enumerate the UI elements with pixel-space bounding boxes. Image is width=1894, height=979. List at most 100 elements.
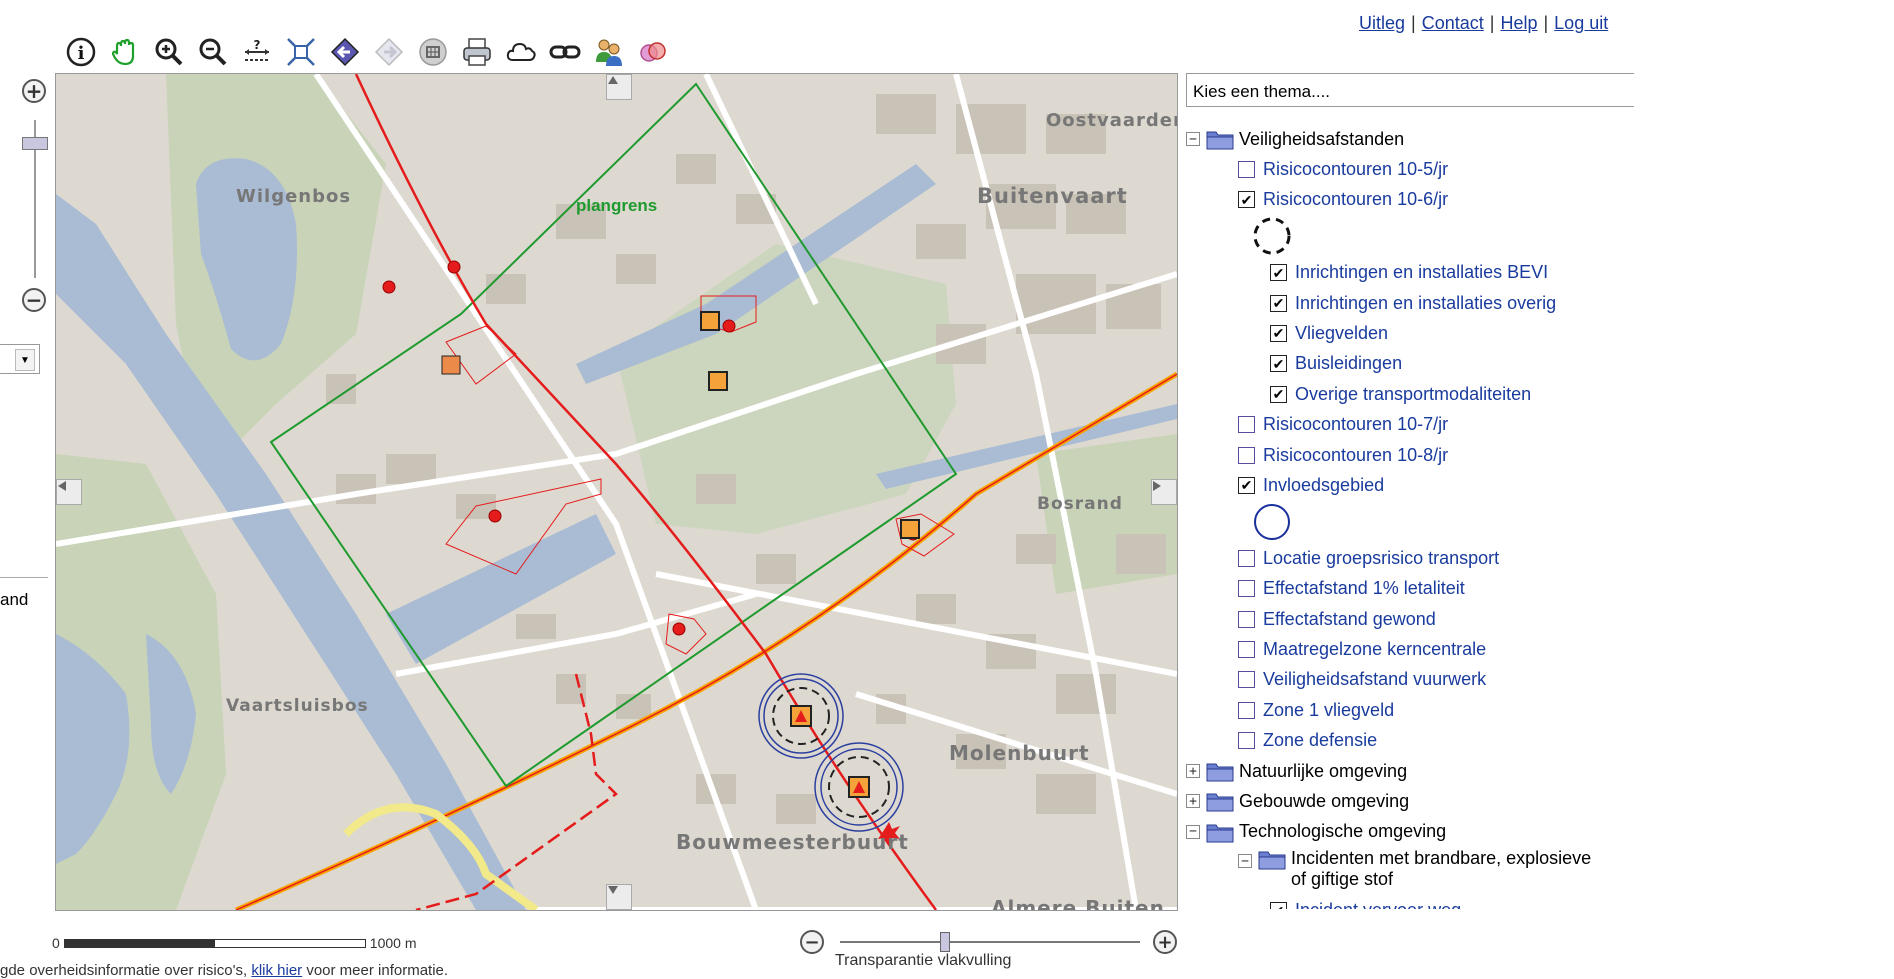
layer-checkbox[interactable]: ✔ <box>1270 355 1287 373</box>
layer-label[interactable]: Risicocontouren 10-6/jr <box>1263 189 1448 210</box>
layer-checkbox[interactable]: ✔ <box>1270 902 1287 909</box>
layer-label[interactable]: Incident vervoer weg <box>1295 900 1461 909</box>
pan-left-button[interactable] <box>56 479 82 505</box>
theme-select[interactable]: Kies een thema.... <box>1186 73 1634 107</box>
layer-checkbox[interactable]: ✔ <box>1238 191 1255 209</box>
pan-up-button[interactable] <box>606 74 632 100</box>
layer-checkbox[interactable] <box>1238 160 1255 178</box>
help-link[interactable]: Help <box>1500 13 1537 33</box>
transparency-plus-button[interactable]: + <box>1153 930 1177 954</box>
layer-label[interactable]: Vliegvelden <box>1295 323 1388 344</box>
dropdown-arrow-icon[interactable]: ▼ <box>15 349 35 371</box>
arrow-left-icon <box>58 481 66 491</box>
theme-layer-item: Locatie groepsrisico transport <box>1238 544 1499 572</box>
layer-label[interactable]: Effectafstand gewond <box>1263 609 1436 630</box>
layer-label[interactable]: Risicocontouren 10-8/jr <box>1263 445 1448 466</box>
print-icon[interactable] <box>458 33 496 71</box>
layer-checkbox[interactable] <box>1238 416 1255 434</box>
layer-label[interactable]: Invloedsgebied <box>1263 475 1384 496</box>
layer-checkbox[interactable] <box>1238 701 1255 719</box>
expander-icon[interactable]: + <box>1186 794 1200 809</box>
subgroup-label: Incidenten met brandbare, explosieve <box>1291 848 1592 869</box>
forward-icon[interactable] <box>370 33 408 71</box>
zoom-out-button[interactable]: − <box>22 288 46 312</box>
layer-checkbox[interactable] <box>1238 549 1255 567</box>
layer-checkbox[interactable] <box>1238 671 1255 689</box>
folder-icon <box>1258 851 1286 870</box>
layer-label[interactable]: Maatregelzone kerncentrale <box>1263 639 1486 660</box>
layer-checkbox[interactable]: ✔ <box>1270 294 1287 312</box>
arrow-down-icon <box>608 886 618 894</box>
layer-label[interactable]: Risicocontouren 10-7/jr <box>1263 414 1448 435</box>
layer-checkbox[interactable] <box>1238 732 1255 750</box>
disclaimer-text: gde overheidsinformatie over risico's, <box>0 962 252 979</box>
zoom-out-icon[interactable] <box>194 33 232 71</box>
theme-layer-item: ✔ Overige transportmodaliteiten <box>1270 380 1531 408</box>
zoom-in-icon[interactable] <box>150 33 188 71</box>
pan-down-button[interactable] <box>606 884 632 910</box>
map-canvas[interactable]: Oostvaarders Wilgenbos Buitenvaart plang… <box>55 73 1178 911</box>
folder-icon <box>1206 824 1234 843</box>
layer-checkbox[interactable] <box>1238 640 1255 658</box>
layer-checkbox[interactable] <box>1238 610 1255 628</box>
overlap-icon[interactable] <box>634 33 672 71</box>
pan-right-button[interactable] <box>1151 479 1177 505</box>
theme-layer-item: ✔ Invloedsgebied <box>1238 471 1384 499</box>
full-extent-icon[interactable] <box>282 33 320 71</box>
layer-label[interactable]: Zone defensie <box>1263 730 1377 751</box>
layer-label[interactable]: Risicocontouren 10-5/jr <box>1263 159 1448 180</box>
zoom-slider-handle[interactable] <box>22 137 48 150</box>
green-area <box>616 244 956 534</box>
layer-label[interactable]: Buisleidingen <box>1295 353 1402 374</box>
map-label-plangrens: plangrens <box>576 196 658 215</box>
info-icon[interactable]: i <box>62 33 100 71</box>
logout-link[interactable]: Log uit <box>1554 13 1608 33</box>
transparency-handle[interactable] <box>940 932 950 952</box>
left-dropdown[interactable]: ▼ <box>0 344 40 374</box>
layer-checkbox[interactable] <box>1238 446 1255 464</box>
layer-label[interactable]: Zone 1 vliegveld <box>1263 700 1394 721</box>
theme-layer-item: Risicocontouren 10-8/jr <box>1238 441 1448 469</box>
layer-label[interactable]: Veiligheidsafstand vuurwerk <box>1263 669 1486 690</box>
theme-layer-item: Risicocontouren 10-5/jr <box>1238 155 1448 183</box>
pan-hand-icon[interactable] <box>106 33 144 71</box>
layer-checkbox[interactable]: ✔ <box>1270 264 1287 282</box>
theme-layer-item: ✔ Inrichtingen en installaties overig <box>1270 289 1556 317</box>
uitleg-link[interactable]: Uitleg <box>1359 13 1405 33</box>
layer-label[interactable]: Inrichtingen en installaties overig <box>1295 293 1556 314</box>
link-icon[interactable] <box>546 33 584 71</box>
theme-layer-item: Veiligheidsafstand vuurwerk <box>1238 666 1486 694</box>
expander-icon[interactable]: − <box>1186 824 1200 839</box>
layer-label[interactable]: Effectafstand 1% letaliteit <box>1263 578 1465 599</box>
map-label-molenbuurt: Molenbuurt <box>949 741 1090 765</box>
transparency-label: Transparantie vlakvulling <box>835 952 1012 969</box>
layer-checkbox[interactable] <box>1238 580 1255 598</box>
map-label-almere-buiten: Almere Buiten <box>991 896 1165 911</box>
back-icon[interactable] <box>326 33 364 71</box>
expander-icon[interactable]: − <box>1238 854 1252 869</box>
transparency-minus-button[interactable]: − <box>800 930 824 954</box>
more-info-link[interactable]: klik hier <box>251 962 302 979</box>
layer-label[interactable]: Locatie groepsrisico transport <box>1263 548 1499 569</box>
layer-checkbox[interactable]: ✔ <box>1270 385 1287 403</box>
arrow-up-icon <box>608 76 618 84</box>
users-icon[interactable] <box>590 33 628 71</box>
contact-link[interactable]: Contact <box>1422 13 1484 33</box>
layer-label[interactable]: Inrichtingen en installaties BEVI <box>1295 262 1548 283</box>
layer-checkbox[interactable]: ✔ <box>1270 324 1287 342</box>
group-label: Gebouwde omgeving <box>1239 790 1410 811</box>
expander-icon[interactable]: + <box>1186 764 1200 778</box>
layer-label[interactable]: Overige transportmodaliteiten <box>1295 384 1531 405</box>
theme-layer-item: ✔ Risicocontouren 10-6/jr <box>1238 186 1448 214</box>
cloud-icon[interactable] <box>502 33 540 71</box>
folder-icon <box>1206 763 1234 782</box>
select-area-icon[interactable] <box>414 33 452 71</box>
identify-icon[interactable]: ? <box>238 33 276 71</box>
disclaimer: gde overheidsinformatie over risico's, k… <box>0 962 448 979</box>
zoom-in-button[interactable]: + <box>22 79 46 103</box>
expander-icon[interactable]: − <box>1186 132 1200 146</box>
theme-subgroup: − Incidenten met brandbare, explosieve of … <box>1238 848 1591 894</box>
layer-checkbox[interactable]: ✔ <box>1238 476 1255 494</box>
transparency-track[interactable] <box>840 941 1140 943</box>
map-label-bouwmeesterbuurt: Bouwmeesterbuurt <box>676 830 909 854</box>
